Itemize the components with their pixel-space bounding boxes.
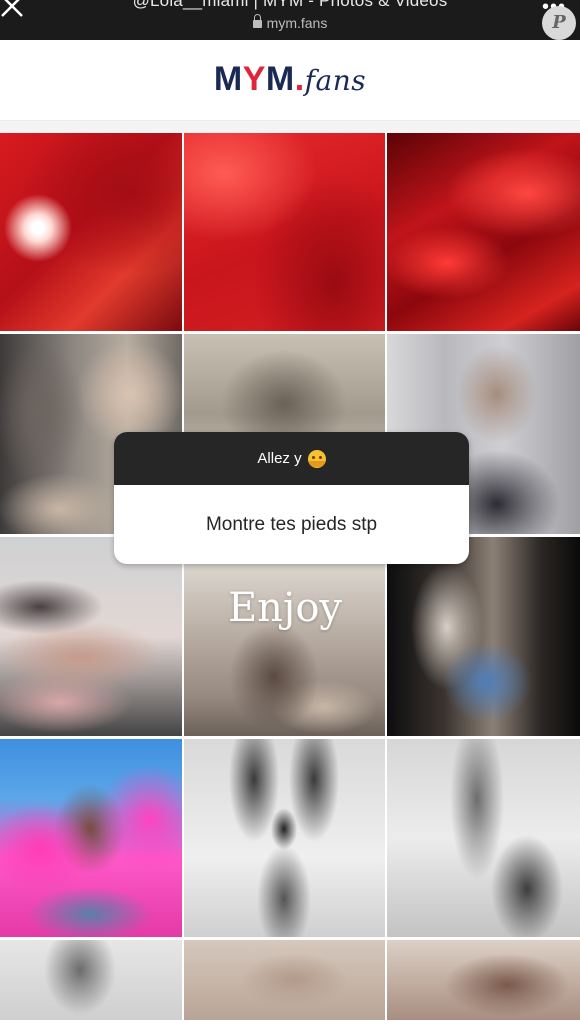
sticker-answer: Montre tes pieds stp [205, 513, 378, 535]
url-bar[interactable]: mym.fans [0, 14, 580, 31]
photo-tile[interactable] [387, 739, 580, 937]
photo-tile[interactable] [0, 739, 182, 937]
site-header: MYM.fans [0, 40, 580, 121]
hugging-face-emoji-icon [307, 449, 326, 468]
browser-top-bar: @Lola__miami | MYM - Photos & Videos mym… [0, 0, 580, 40]
enjoy-overlay-text: Enjoy [227, 585, 343, 631]
photo-tile[interactable] [184, 739, 385, 937]
photo-tile[interactable] [0, 133, 182, 331]
sticker-question-text: Allez y [257, 450, 302, 467]
photo-tile[interactable] [387, 940, 580, 1020]
photo-tile[interactable] [0, 537, 182, 736]
lock-icon [252, 14, 262, 28]
mym-fans-logo[interactable]: MYM.fans [214, 60, 366, 99]
question-sticker: Allez y Montre tes pieds stp [114, 432, 469, 564]
photo-tile[interactable] [387, 133, 580, 331]
url-text: mym.fans [266, 15, 328, 31]
photo-tile[interactable] [184, 537, 385, 736]
photo-tile[interactable] [387, 537, 580, 736]
sticker-question: Allez y [114, 432, 469, 485]
photo-tile[interactable] [184, 940, 385, 1020]
profile-avatar-button[interactable]: P [542, 6, 576, 40]
photo-grid [0, 133, 580, 1031]
page-title: @Lola__miami | MYM - Photos & Videos [132, 0, 448, 10]
photo-tile[interactable] [184, 133, 385, 331]
photo-tile[interactable] [0, 940, 182, 1020]
